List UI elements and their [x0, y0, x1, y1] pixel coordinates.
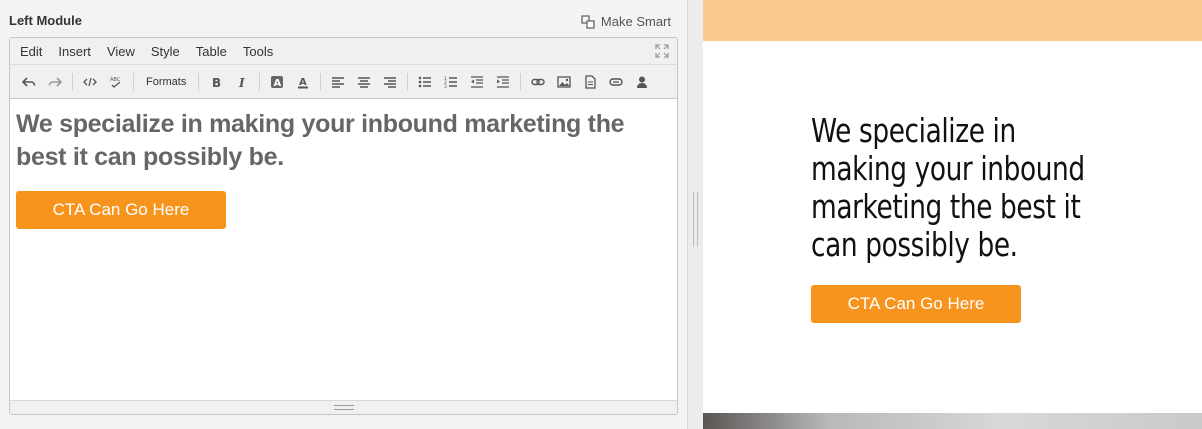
make-smart-button[interactable]: Make Smart — [581, 14, 671, 29]
toolbar-divider — [407, 72, 409, 91]
source-code-icon[interactable] — [79, 70, 101, 94]
toolbar-divider — [520, 72, 522, 91]
toolbar-divider — [133, 72, 134, 91]
redo-icon[interactable] — [44, 70, 66, 94]
pane-splitter[interactable] — [687, 0, 703, 429]
rich-text-editor: Edit Insert View Style Table Tools ABC F… — [9, 37, 678, 415]
module-title: Left Module — [9, 13, 82, 28]
preview-footer-image — [703, 413, 1202, 429]
toolbar-divider — [259, 72, 261, 91]
page-root: Left Module Make Smart Edit Insert View … — [0, 0, 1202, 429]
smart-content-icon — [581, 14, 595, 29]
toolbar-divider — [72, 72, 73, 91]
editor-resize-handle[interactable] — [10, 400, 677, 414]
document-icon[interactable] — [579, 70, 601, 94]
outdent-icon[interactable] — [466, 70, 488, 94]
menu-table[interactable]: Table — [188, 38, 235, 65]
toolbar-divider — [198, 72, 200, 91]
background-color-icon[interactable]: A — [266, 70, 288, 94]
menu-edit[interactable]: Edit — [12, 38, 50, 65]
align-right-icon[interactable] — [379, 70, 401, 94]
menu-style[interactable]: Style — [143, 38, 188, 65]
splitter-grip-icon — [693, 192, 698, 247]
button-icon[interactable] — [605, 70, 627, 94]
resize-grip-icon — [333, 405, 354, 410]
text-color-icon[interactable]: A — [292, 70, 314, 94]
left-module-panel: Left Module Make Smart Edit Insert View … — [0, 0, 687, 429]
numbered-list-icon[interactable]: 123 — [440, 70, 462, 94]
italic-icon[interactable]: I — [231, 70, 253, 94]
svg-text:3: 3 — [444, 84, 447, 89]
editor-toolbar: ABC Formats B I A A 1 2 3 — [10, 65, 677, 99]
bullet-list-icon[interactable] — [414, 70, 436, 94]
preview-heading: We specialize in making your inbound mar… — [811, 111, 1085, 264]
spellcheck-icon[interactable]: ABC — [105, 70, 127, 94]
svg-text:B: B — [212, 76, 221, 89]
menu-tools[interactable]: Tools — [235, 38, 281, 65]
editor-cta-button[interactable]: CTA Can Go Here — [16, 191, 226, 229]
editor-heading[interactable]: We specialize in making your inbound mar… — [16, 108, 676, 174]
svg-text:I: I — [238, 76, 245, 89]
editor-content-area[interactable]: We specialize in making your inbound mar… — [10, 100, 677, 400]
bold-icon[interactable]: B — [205, 70, 227, 94]
editor-menubar: Edit Insert View Style Table Tools — [10, 38, 677, 65]
fullscreen-icon[interactable] — [655, 44, 669, 58]
preview-cta-button[interactable]: CTA Can Go Here — [811, 285, 1021, 323]
undo-icon[interactable] — [18, 70, 40, 94]
image-icon[interactable] — [553, 70, 575, 94]
indent-icon[interactable] — [492, 70, 514, 94]
preview-pane: We specialize in making your inbound mar… — [703, 0, 1202, 429]
link-icon[interactable] — [527, 70, 549, 94]
personalize-icon[interactable] — [631, 70, 653, 94]
formats-dropdown[interactable]: Formats — [140, 70, 192, 94]
menu-view[interactable]: View — [99, 38, 143, 65]
preview-header-bar — [703, 0, 1202, 41]
make-smart-label: Make Smart — [600, 14, 671, 29]
svg-text:A: A — [274, 78, 282, 89]
menu-insert[interactable]: Insert — [50, 38, 99, 65]
align-left-icon[interactable] — [327, 70, 349, 94]
svg-text:A: A — [299, 77, 307, 88]
toolbar-divider — [320, 72, 322, 91]
align-center-icon[interactable] — [353, 70, 375, 94]
